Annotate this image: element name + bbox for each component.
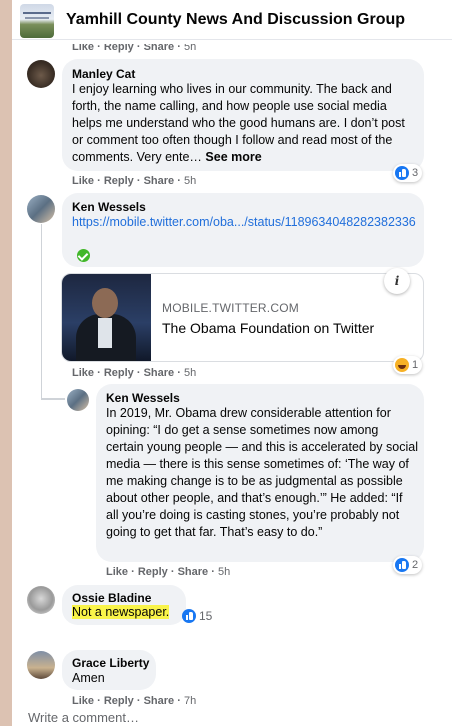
comment-actions: Like · Reply · Share · 5h [72,367,197,379]
like-link[interactable]: Like [72,367,94,379]
link-preview-domain: MOBILE.TWITTER.COM [162,301,299,315]
comment-author[interactable]: Manley Cat [72,67,135,81]
comment-bubble: Ken Wessels https://mobile.twitter.com/o… [62,193,424,267]
comment-author[interactable]: Ken Wessels [106,391,180,405]
reply-link[interactable]: Reply [104,695,134,707]
avatar[interactable] [67,389,89,411]
comment-text: I enjoy learning who lives in our commun… [72,82,405,164]
comment-link[interactable]: https://mobile.twitter.com/oba.../status… [72,214,416,231]
like-link[interactable]: Like [72,695,94,707]
comment-actions: Like · Reply · Share · 5h [106,566,231,578]
reply-link[interactable]: Reply [138,566,168,578]
write-comment-input[interactable]: Write a comment… [28,710,139,725]
like-icon [182,609,196,623]
see-more-link[interactable]: See more [205,150,261,164]
like-icon [395,558,409,572]
comment-actions: Like · Reply · Share · 7h [72,695,197,707]
reply-thread-connector [41,398,65,400]
reaction-count[interactable]: 3 [393,164,423,182]
comment-bubble: Grace Liberty Amen [62,650,156,690]
avatar[interactable] [27,195,55,223]
comment-actions: Like · Reply · Share · 5h [72,175,197,187]
like-icon [395,166,409,180]
reaction-count[interactable]: 2 [393,556,423,574]
comment-text: Amen [72,671,105,685]
comment-text: In 2019, Mr. Obama drew considerable att… [106,406,418,539]
comment-text: Not a newspaper. [72,604,170,621]
reply-link[interactable]: Reply [104,175,134,187]
comment-author[interactable]: Ken Wessels [72,200,146,214]
comment-actions-partial: Like · Reply · Share · 5h [72,41,197,53]
comment-time[interactable]: 5h [184,367,196,379]
comment-bubble: Ken Wessels In 2019, Mr. Obama drew cons… [96,384,424,562]
reply-link[interactable]: Reply [104,44,134,53]
reaction-count[interactable]: 15 [180,607,216,625]
comment-bubble: Ossie Bladine Not a newspaper. [62,585,186,625]
group-header: Yamhill County News And Discussion Group [12,0,452,40]
reaction-count[interactable]: 1 [393,356,423,374]
link-preview-card[interactable]: MOBILE.TWITTER.COM The Obama Foundation … [61,273,424,362]
reply-thread-line [41,224,42,399]
comment-bubble: Manley Cat I enjoy learning who lives in… [62,59,424,171]
comment-time[interactable]: 5h [218,566,230,578]
group-title[interactable]: Yamhill County News And Discussion Group [66,11,405,29]
highlighted-text: Not a newspaper. [72,605,170,619]
share-link[interactable]: Share [144,175,175,187]
link-preview-title: The Obama Foundation on Twitter [162,320,375,336]
like-link[interactable]: Like [72,175,94,187]
comment-time[interactable]: 7h [184,695,196,707]
left-panel-edge [0,0,12,726]
comment-time[interactable]: 5h [184,175,196,187]
like-link[interactable]: Like [72,44,94,53]
info-icon[interactable]: i [384,268,410,294]
group-cover-thumbnail[interactable] [20,4,54,38]
like-link[interactable]: Like [106,566,128,578]
avatar[interactable] [27,586,55,614]
avatar[interactable] [27,651,55,679]
haha-icon [395,358,409,372]
check-icon [77,249,90,262]
avatar[interactable] [27,60,55,88]
share-link[interactable]: Share [144,695,175,707]
share-link[interactable]: Share [178,566,209,578]
comment-author[interactable]: Ossie Bladine [72,591,151,605]
share-link[interactable]: Share [144,44,175,53]
comment-time[interactable]: 5h [184,44,196,53]
reply-link[interactable]: Reply [104,367,134,379]
comment-author[interactable]: Grace Liberty [72,656,149,670]
link-preview-image[interactable] [62,274,151,361]
share-link[interactable]: Share [144,367,175,379]
